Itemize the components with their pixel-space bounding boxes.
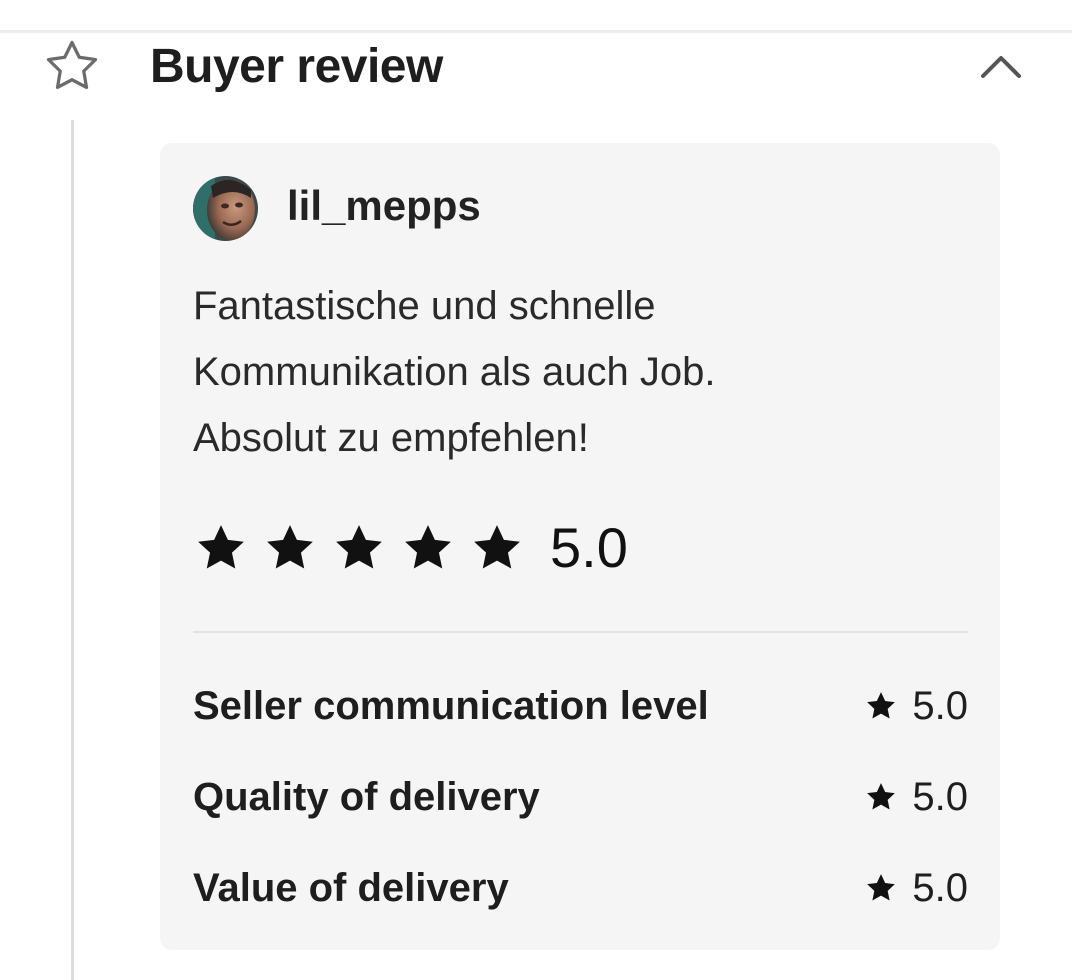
review-card: lil_mepps Fantastische und schnelle Komm… <box>160 143 1000 950</box>
criteria-label: Seller communication level <box>193 684 709 728</box>
star-filled-icon <box>336 525 382 569</box>
buyer-review-header[interactable]: Buyer review <box>0 33 1072 103</box>
timeline-line <box>71 120 74 980</box>
criteria-label: Quality of delivery <box>193 775 540 819</box>
criteria-label: Value of delivery <box>193 866 509 910</box>
star-filled-icon <box>867 874 896 901</box>
criteria-row-value: Value of delivery 5.0 <box>193 860 968 916</box>
review-text: Fantastische und schnelle Kommunikation … <box>193 273 913 471</box>
card-divider <box>193 631 968 633</box>
criteria-value: 5.0 <box>912 684 968 728</box>
star-filled-icon <box>405 525 451 569</box>
overall-rating: 5.0 <box>193 513 628 583</box>
review-text-line: Absolut zu empfehlen! <box>193 416 589 460</box>
section-title: Buyer review <box>150 40 443 93</box>
star-filled-icon <box>867 692 896 719</box>
review-text-line: Kommunikation als auch Job. <box>193 350 716 394</box>
review-text-line: Fantastische und schnelle <box>193 284 656 328</box>
criteria-score: 5.0 <box>864 678 968 734</box>
reviewer-name[interactable]: lil_mepps <box>287 181 481 231</box>
chevron-up-icon[interactable] <box>978 49 1024 83</box>
overall-rating-value: 5.0 <box>550 516 628 579</box>
star-filled-icon <box>867 783 896 810</box>
criteria-value: 5.0 <box>912 866 968 910</box>
criteria-score: 5.0 <box>864 769 968 825</box>
user-avatar[interactable] <box>193 176 258 241</box>
criteria-value: 5.0 <box>912 775 968 819</box>
star-filled-icon <box>198 525 244 569</box>
star-filled-icon <box>267 525 313 569</box>
criteria-row-communication: Seller communication level 5.0 <box>193 678 968 734</box>
criteria-row-quality: Quality of delivery 5.0 <box>193 769 968 825</box>
criteria-score: 5.0 <box>864 860 968 916</box>
star-outline-icon <box>46 40 98 89</box>
star-filled-icon <box>474 525 520 569</box>
